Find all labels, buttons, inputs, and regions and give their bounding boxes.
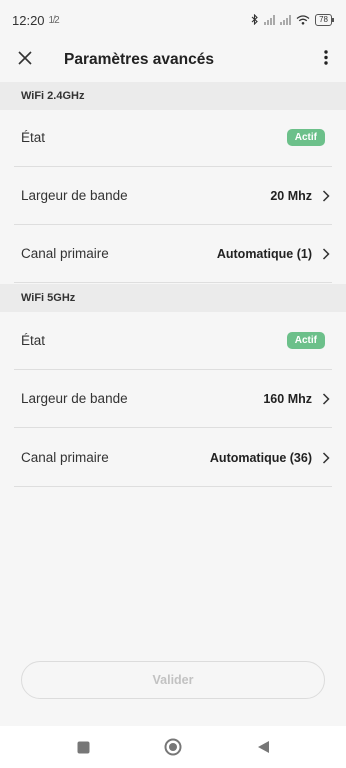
status-extra: 1̸2 [48, 14, 60, 26]
row-state-24: État Actif [14, 109, 332, 167]
status-badge: Actif [286, 129, 325, 146]
wifi-icon [296, 13, 310, 28]
row-channel-24[interactable]: Canal primaire Automatique (1) [14, 225, 332, 283]
row-value: 20 Mhz [270, 188, 312, 203]
row-value: 160 Mhz [263, 391, 312, 406]
row-value: Automatique (1) [216, 246, 312, 261]
row-state-5: État Actif [14, 312, 332, 370]
battery-icon: 78 [315, 14, 334, 26]
section-header-wifi-24: WiFi 2.4GHz [0, 82, 346, 110]
chevron-right-icon [320, 247, 332, 260]
row-label: Largeur de bande [21, 391, 128, 406]
close-icon [18, 50, 32, 70]
bluetooth-icon [251, 13, 259, 28]
row-bandwidth-24[interactable]: Largeur de bande 20 Mhz [14, 167, 332, 225]
status-time: 12:20 [12, 12, 45, 28]
signal-icon [264, 15, 276, 25]
row-label: Canal primaire [21, 450, 109, 465]
nav-square-icon[interactable] [72, 736, 94, 758]
page-title: Paramètres avancés [64, 51, 214, 68]
status-bar: 12:20 1̸2 78 [0, 0, 346, 40]
status-badge: Actif [286, 332, 325, 349]
row-value: Automatique (36) [209, 450, 312, 465]
row-channel-5[interactable]: Canal primaire Automatique (36) [14, 429, 332, 487]
close-button[interactable] [0, 40, 50, 80]
row-label: Largeur de bande [21, 188, 128, 203]
row-label: État [21, 130, 46, 145]
chevron-right-icon [320, 451, 332, 464]
signal-icon-2 [280, 15, 292, 25]
chevron-right-icon [320, 189, 332, 202]
chevron-right-icon [320, 392, 332, 405]
section-header-wifi-5: WiFi 5GHz [0, 284, 346, 312]
more-options-button[interactable] [306, 40, 346, 80]
nav-back-icon[interactable] [252, 736, 274, 758]
nav-circle-icon[interactable] [162, 736, 184, 758]
more-vertical-icon [324, 50, 328, 70]
row-label: État [21, 333, 46, 348]
row-bandwidth-5[interactable]: Largeur de bande 160 Mhz [14, 370, 332, 428]
validate-button[interactable]: Valider [21, 661, 325, 699]
app-bar: Paramètres avancés [0, 40, 346, 80]
row-label: Canal primaire [21, 246, 109, 261]
system-nav-bar [0, 726, 346, 768]
